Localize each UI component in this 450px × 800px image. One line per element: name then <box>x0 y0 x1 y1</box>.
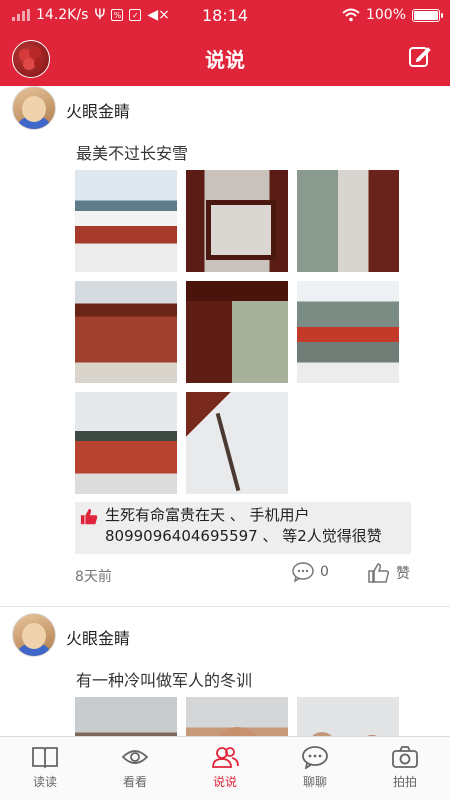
post-text: 有一种冷叫做军人的冬训 <box>76 671 253 690</box>
edit-icon[interactable] <box>408 44 432 68</box>
eye-icon <box>121 750 149 764</box>
photo[interactable] <box>186 697 288 736</box>
comment-count: 0 <box>320 564 329 580</box>
chat-icon <box>302 746 328 769</box>
likes-text: 生死有命富贵在天 、 手机用户8099096404695597 、 等2人觉得很… <box>105 506 382 545</box>
avatar-face <box>22 96 46 122</box>
like-icon <box>368 563 390 583</box>
photo[interactable] <box>75 170 177 272</box>
tab-chat[interactable]: 聊聊 <box>270 737 360 800</box>
tab-label: 拍拍 <box>392 775 417 789</box>
status-bar: 14.2K/s Ψ % ✓ ◀× 18:14 100% <box>0 0 450 32</box>
post-time: 8天前 <box>75 569 112 585</box>
people-icon <box>212 747 239 768</box>
tab-label: 聊聊 <box>302 775 327 789</box>
tab-label: 读读 <box>32 775 57 789</box>
battery-icon <box>412 8 443 22</box>
tab-watch[interactable]: 看看 <box>90 737 180 800</box>
tab-photo[interactable]: 拍拍 <box>360 737 450 800</box>
camera-icon <box>392 746 418 768</box>
photo[interactable] <box>186 170 288 272</box>
comment-icon <box>292 562 314 582</box>
page-title: 说说 <box>205 48 245 72</box>
likes-box[interactable]: 生死有命富贵在天 、 手机用户8099096404695597 、 等2人觉得很… <box>75 502 411 554</box>
photo[interactable] <box>297 281 399 383</box>
like-label: 赞 <box>396 566 410 582</box>
battery-level <box>414 10 438 20</box>
author-name[interactable]: 火眼金睛 <box>66 98 130 122</box>
bottom-tab-bar: 读读 看看 说说 聊聊 拍拍 <box>0 736 450 800</box>
photo-grid <box>75 697 415 736</box>
wifi-icon <box>342 8 360 22</box>
battery-percent: 100% <box>365 7 406 23</box>
tab-label: 说说 <box>212 775 237 789</box>
comment-button[interactable]: 0 <box>292 562 329 582</box>
status-right: 100% <box>342 7 443 23</box>
post-item: 火眼金睛 有一种冷叫做军人的冬训 <box>0 613 450 736</box>
photo[interactable] <box>75 392 177 494</box>
author-name[interactable]: 火眼金睛 <box>66 625 130 649</box>
photo[interactable] <box>297 697 399 736</box>
post-footer: 8天前 0 赞 <box>0 554 450 594</box>
photo[interactable] <box>75 697 177 736</box>
photo[interactable] <box>297 170 399 272</box>
photo[interactable] <box>75 281 177 383</box>
post-text: 最美不过长安雪 <box>76 144 189 163</box>
photo-grid <box>75 170 415 494</box>
post-item: 火眼金睛 最美不过长安雪 生死有命富贵在天 、 手机用户809909640469… <box>0 86 450 607</box>
book-icon <box>32 747 58 769</box>
feed-list[interactable]: 火眼金睛 最美不过长安雪 生死有命富贵在天 、 手机用户809909640469… <box>0 86 450 736</box>
tab-read[interactable]: 读读 <box>0 737 90 800</box>
nav-bar: 说说 <box>0 32 450 86</box>
post-header: 火眼金睛 <box>0 613 450 657</box>
tab-label: 看看 <box>122 775 147 789</box>
avatar-face <box>22 623 46 649</box>
photo[interactable] <box>186 281 288 383</box>
post-divider <box>0 594 450 607</box>
tab-say[interactable]: 说说 <box>180 737 270 800</box>
post-header: 火眼金睛 <box>0 86 450 130</box>
author-avatar[interactable] <box>12 86 56 130</box>
like-button[interactable]: 赞 <box>368 562 410 584</box>
thumbs-up-icon <box>80 508 98 525</box>
author-avatar[interactable] <box>12 613 56 657</box>
photo[interactable] <box>186 392 288 494</box>
